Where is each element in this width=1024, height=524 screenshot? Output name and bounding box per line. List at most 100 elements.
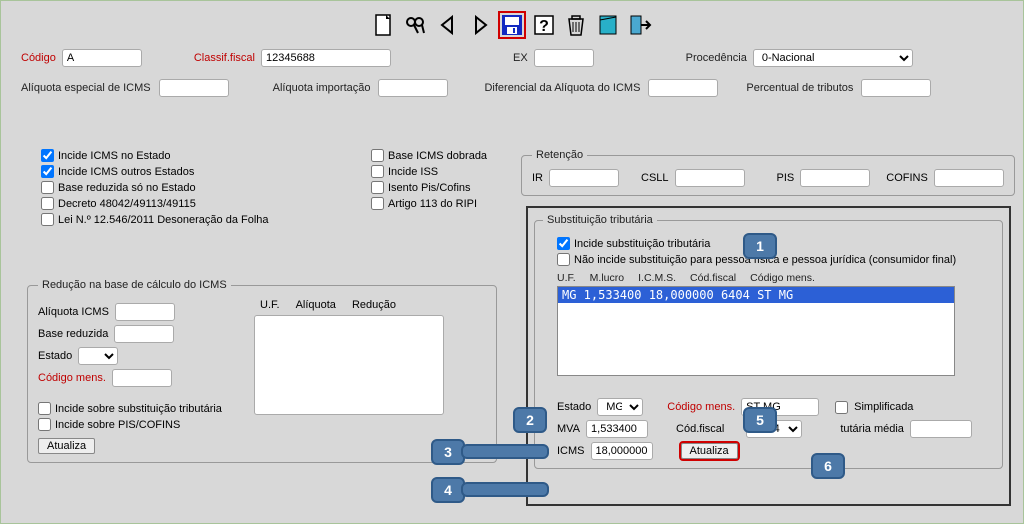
list-item[interactable]: MG 1,533400 18,000000 6404 ST MG	[558, 287, 954, 303]
classif-label: Classif.fiscal	[194, 52, 255, 64]
perc-trib-label: Percentual de tributos	[746, 82, 853, 94]
ck-incide-icms-estado[interactable]	[41, 149, 54, 162]
hdr-mlucro: M.lucro	[590, 272, 624, 284]
ex-label: EX	[513, 52, 528, 64]
aliq-icms-input[interactable]	[115, 303, 175, 321]
back-icon[interactable]	[434, 11, 462, 39]
base-red-label: Base reduzida	[38, 328, 108, 340]
bubble-1: 1	[743, 233, 777, 259]
tribmedia-input[interactable]	[910, 420, 972, 438]
ck-label: Incide ISS	[388, 166, 438, 178]
pis-input[interactable]	[800, 169, 870, 187]
hdr-aliq: Alíquota	[296, 299, 336, 311]
help-icon[interactable]: ?	[530, 11, 558, 39]
ck-artigo-113[interactable]	[371, 197, 384, 210]
connector-4	[461, 482, 549, 497]
retencao-legend: Retenção	[532, 149, 587, 161]
codmens-label: Código mens.	[38, 372, 106, 384]
search-icon[interactable]	[402, 11, 430, 39]
subtrib-legend: Substituição tributária	[543, 214, 657, 226]
ex-input[interactable]	[534, 49, 594, 67]
ck-simplificada[interactable]	[835, 401, 848, 414]
estado-label: Estado	[38, 350, 72, 362]
ck-incide-sub[interactable]	[38, 402, 51, 415]
hdr-codfiscal: Cód.fiscal	[690, 272, 736, 284]
hdr-uf: U.F.	[260, 299, 280, 311]
ck-isento-piscofins[interactable]	[371, 181, 384, 194]
ck-decreto[interactable]	[41, 197, 54, 210]
reducao-listbox[interactable]	[254, 315, 444, 415]
codmens-input[interactable]	[112, 369, 172, 387]
ck-label: Incide ICMS outros Estados	[58, 166, 194, 178]
perc-trib-input[interactable]	[861, 79, 931, 97]
connector-3	[461, 444, 549, 459]
ck-label: Isento Pis/Cofins	[388, 182, 471, 194]
estado-select-sub[interactable]: MG	[597, 398, 643, 416]
ck-incide-pis[interactable]	[38, 418, 51, 431]
exit-icon[interactable]	[626, 11, 654, 39]
forward-icon[interactable]	[466, 11, 494, 39]
proced-select[interactable]: 0-Nacional	[753, 49, 913, 67]
tribmedia-label: tutária média	[840, 423, 904, 435]
mva-label: MVA	[557, 423, 580, 435]
ck-label: Incide sobre substituição tributária	[55, 403, 222, 415]
aliq-imp-input[interactable]	[378, 79, 448, 97]
subtrib-listbox[interactable]: MG 1,533400 18,000000 6404 ST MG	[557, 286, 955, 376]
ck-label: Artigo 113 do RIPI	[388, 198, 477, 210]
pis-label: PIS	[777, 172, 795, 184]
cofins-input[interactable]	[934, 169, 1004, 187]
codmens-label: Código mens.	[667, 401, 735, 413]
atualiza-button-subtrib[interactable]: Atualiza	[681, 443, 738, 459]
icms-label: ICMS	[557, 445, 585, 457]
icms-input[interactable]	[591, 442, 653, 460]
ck-incide-icms-outros[interactable]	[41, 165, 54, 178]
svg-text:?: ?	[539, 18, 549, 35]
aliq-esp-input[interactable]	[159, 79, 229, 97]
hdr-red: Redução	[352, 299, 396, 311]
codigo-label: Código	[21, 52, 56, 64]
dif-aliq-input[interactable]	[648, 79, 718, 97]
ir-label: IR	[532, 172, 543, 184]
ir-input[interactable]	[549, 169, 619, 187]
base-red-input[interactable]	[114, 325, 174, 343]
reducao-fieldset: Redução na base de cálculo do ICMS Alíqu…	[27, 279, 497, 463]
ck-label: Base ICMS dobrada	[388, 150, 487, 162]
delete-icon[interactable]	[562, 11, 590, 39]
mva-input[interactable]	[586, 420, 648, 438]
ck-lei-12546[interactable]	[41, 213, 54, 226]
bubble-6: 6	[811, 453, 845, 479]
atualiza-button-reducao[interactable]: Atualiza	[38, 438, 95, 454]
aliq-esp-label: Alíquota especial de ICMS	[21, 82, 151, 94]
ck-label: Incide sobre PIS/COFINS	[55, 419, 180, 431]
bubble-5: 5	[743, 407, 777, 433]
codfiscal-label: Cód.fiscal	[676, 423, 724, 435]
bubble-2: 2	[513, 407, 547, 433]
codigo-input[interactable]	[62, 49, 142, 67]
bubble-4: 4	[431, 477, 465, 503]
ck-nao-incide-sub[interactable]	[557, 253, 570, 266]
new-icon[interactable]	[370, 11, 398, 39]
ck-incide-subtrib[interactable]	[557, 237, 570, 250]
aliq-icms-label: Alíquota ICMS	[38, 306, 109, 318]
classif-input[interactable]	[261, 49, 391, 67]
csll-input[interactable]	[675, 169, 745, 187]
ck-label: Lei N.º 12.546/2011 Desoneração da Folha	[58, 214, 269, 226]
ck-base-reduzida[interactable]	[41, 181, 54, 194]
simplificada-label: Simplificada	[854, 401, 913, 413]
bubble-3: 3	[431, 439, 465, 465]
dif-aliq-label: Diferencial da Alíquota do ICMS	[484, 82, 640, 94]
notebook-icon[interactable]	[594, 11, 622, 39]
aliq-imp-label: Alíquota importação	[273, 82, 371, 94]
ck-incide-iss[interactable]	[371, 165, 384, 178]
estado-select[interactable]	[78, 347, 118, 365]
cofins-label: COFINS	[886, 172, 928, 184]
ck-label: Base reduzida só no Estado	[58, 182, 196, 194]
ck-label: Incide ICMS no Estado	[58, 150, 171, 162]
ck-label: Decreto 48042/49113/49115	[58, 198, 196, 210]
ck-label: Incide substituição tributária	[574, 238, 710, 250]
hdr-icms: I.C.M.S.	[638, 272, 676, 284]
hdr-codmens: Código mens.	[750, 272, 815, 284]
ck-base-dobrada[interactable]	[371, 149, 384, 162]
csll-label: CSLL	[641, 172, 669, 184]
save-icon[interactable]	[498, 11, 526, 39]
